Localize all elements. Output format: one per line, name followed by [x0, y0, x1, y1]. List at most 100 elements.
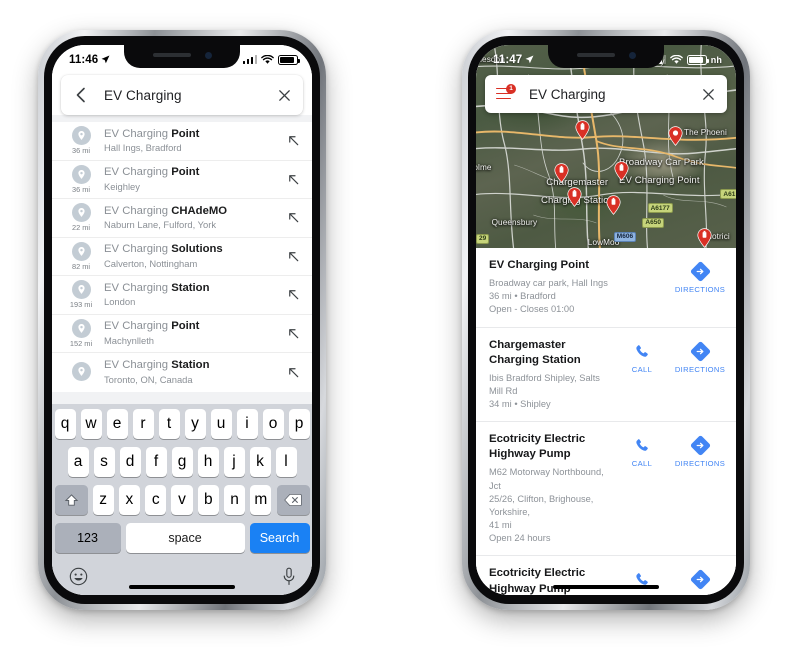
location-arrow-icon	[101, 55, 110, 64]
place-card-title: EV Charging Point	[489, 259, 589, 271]
key-m[interactable]: m	[250, 485, 272, 515]
list-item-text: EV Charging CHAdeMO Naburn Lane, Fulford,…	[100, 204, 280, 232]
microphone-icon[interactable]	[282, 567, 296, 586]
key-e[interactable]: e	[106, 409, 128, 439]
call-button[interactable]: CALL	[619, 570, 665, 595]
search-input[interactable]: EV Charging	[513, 87, 701, 102]
map-label: Broadway Car Park	[619, 156, 704, 168]
list-item[interactable]: 193 mi EV Charging Station London	[52, 276, 312, 315]
search-key[interactable]: Search	[249, 523, 310, 553]
list-item-subtitle: Machynlleth	[104, 334, 155, 346]
call-button[interactable]: CALL	[619, 342, 665, 374]
place-card[interactable]: EV Charging Point Broadway car park, Hall…	[476, 248, 736, 328]
ev-charger-pin[interactable]	[614, 160, 629, 181]
directions-button[interactable]: DIRECTIONS	[675, 569, 725, 595]
key-w[interactable]: w	[80, 409, 102, 439]
right-search-header: 1 EV Charging	[485, 75, 727, 113]
road-shield: A6177	[647, 203, 673, 214]
search-input[interactable]: EV Charging	[90, 88, 277, 103]
search-bar[interactable]: EV Charging	[61, 75, 303, 115]
list-item-subtitle: Naburn Lane, Fulford, York	[104, 219, 217, 231]
list-item[interactable]: 36 mi EV Charging Point Keighley	[52, 161, 312, 199]
close-icon[interactable]	[277, 88, 292, 103]
arrow-up-left-icon[interactable]	[286, 287, 301, 302]
action-label: DIRECTIONS	[674, 459, 726, 469]
place-card-details: Broadway car park, Hall Ings 36 mi • Brad…	[489, 277, 669, 317]
numbers-key[interactable]: 123	[54, 523, 121, 553]
key-p[interactable]: p	[288, 409, 310, 439]
arrow-up-left-icon[interactable]	[286, 133, 301, 148]
ev-charger-pin[interactable]	[567, 187, 582, 208]
action-label: CALL	[631, 459, 653, 469]
action-label: DIRECTIONS	[674, 364, 726, 374]
home-indicator	[553, 585, 659, 589]
arrow-up-left-icon[interactable]	[286, 249, 301, 264]
key-s[interactable]: s	[93, 447, 115, 477]
home-indicator	[129, 585, 235, 589]
chevron-left-icon[interactable]	[72, 86, 90, 104]
directions-button[interactable]: DIRECTIONS	[674, 340, 726, 374]
keyboard-row-3-letters: zxcvbnm	[92, 485, 272, 515]
arrow-up-left-icon[interactable]	[286, 365, 301, 380]
list-item[interactable]: 36 mi EV Charging Point Hall Ings, Bradfor…	[52, 122, 312, 161]
key-t[interactable]: t	[158, 409, 180, 439]
wifi-icon	[261, 54, 274, 64]
list-item[interactable]: 82 mi EV Charging Solutions Calverton, Not…	[52, 238, 312, 276]
key-r[interactable]: r	[132, 409, 154, 439]
key-q[interactable]: q	[54, 409, 76, 439]
hamburger-menu-icon[interactable]: 1	[496, 83, 516, 101]
key-o[interactable]: o	[262, 409, 284, 439]
place-pin[interactable]	[668, 126, 683, 147]
key-h[interactable]: h	[197, 447, 219, 477]
key-i[interactable]: i	[236, 409, 258, 439]
shift-key[interactable]	[54, 485, 88, 515]
place-card[interactable]: Ecotricity Electric Highway Pump M62 Moto…	[476, 422, 736, 557]
road-shield: 29	[476, 233, 490, 244]
key-y[interactable]: y	[184, 409, 206, 439]
key-a[interactable]: a	[67, 447, 89, 477]
key-u[interactable]: u	[210, 409, 232, 439]
space-key[interactable]: space	[125, 523, 245, 553]
list-item[interactable]: 22 mi EV Charging CHAdeMO Naburn Lane, Ful…	[52, 199, 312, 238]
backspace-key[interactable]	[276, 485, 310, 515]
list-item-subtitle: Toronto, ON, Canada	[104, 373, 193, 385]
key-j[interactable]: j	[223, 447, 245, 477]
ev-charger-pin[interactable]	[554, 162, 569, 183]
key-k[interactable]: k	[249, 447, 271, 477]
key-g[interactable]: g	[171, 447, 193, 477]
call-button[interactable]: CALL	[619, 436, 665, 468]
key-n[interactable]: n	[223, 485, 246, 515]
key-l[interactable]: l	[275, 447, 297, 477]
arrow-up-left-icon[interactable]	[286, 210, 301, 225]
directions-button[interactable]: DIRECTIONS	[675, 260, 725, 294]
ev-charger-pin[interactable]	[606, 195, 621, 216]
close-icon[interactable]	[701, 87, 716, 102]
place-card-actions: DIRECTIONS	[675, 258, 725, 294]
emoji-icon[interactable]	[69, 567, 88, 586]
key-c[interactable]: c	[145, 485, 167, 515]
place-card-main: Ecotricity Electric Highway Pump M62 Moto…	[489, 432, 619, 545]
list-item-text: EV Charging Station London	[100, 281, 280, 309]
key-d[interactable]: d	[119, 447, 141, 477]
keyboard-row-3: zxcvbnm	[54, 485, 310, 515]
place-card-detail-line: Open - Closes 01:00	[489, 304, 575, 315]
directions-button[interactable]: DIRECTIONS	[674, 435, 726, 469]
list-item[interactable]: 152 mi EV Charging Point Machynlleth	[52, 315, 312, 353]
ev-charger-pin[interactable]	[575, 120, 590, 141]
key-z[interactable]: z	[92, 485, 114, 515]
place-results-list[interactable]: EV Charging Point Broadway car park, Hall…	[476, 248, 736, 595]
list-item[interactable]: EV Charging Station Toronto, ON, Canada	[52, 353, 312, 392]
list-item-title: EV Charging Point	[104, 320, 200, 333]
arrow-up-left-icon[interactable]	[286, 326, 301, 341]
ev-charger-pin[interactable]	[697, 227, 712, 248]
list-item-title: EV Charging Station	[104, 281, 210, 294]
key-f[interactable]: f	[145, 447, 167, 477]
arrow-up-left-icon[interactable]	[286, 172, 301, 187]
search-bar[interactable]: 1 EV Charging	[485, 75, 727, 113]
key-v[interactable]: v	[171, 485, 193, 515]
key-x[interactable]: x	[118, 485, 141, 515]
place-card[interactable]: Ecotricity Electric Highway PumpHolden I…	[476, 556, 736, 595]
key-b[interactable]: b	[197, 485, 219, 515]
place-card[interactable]: Chargemaster Charging Station Ibis Bradfo…	[476, 328, 736, 423]
list-item-subtitle: Hall Ings, Bradford	[104, 142, 182, 154]
